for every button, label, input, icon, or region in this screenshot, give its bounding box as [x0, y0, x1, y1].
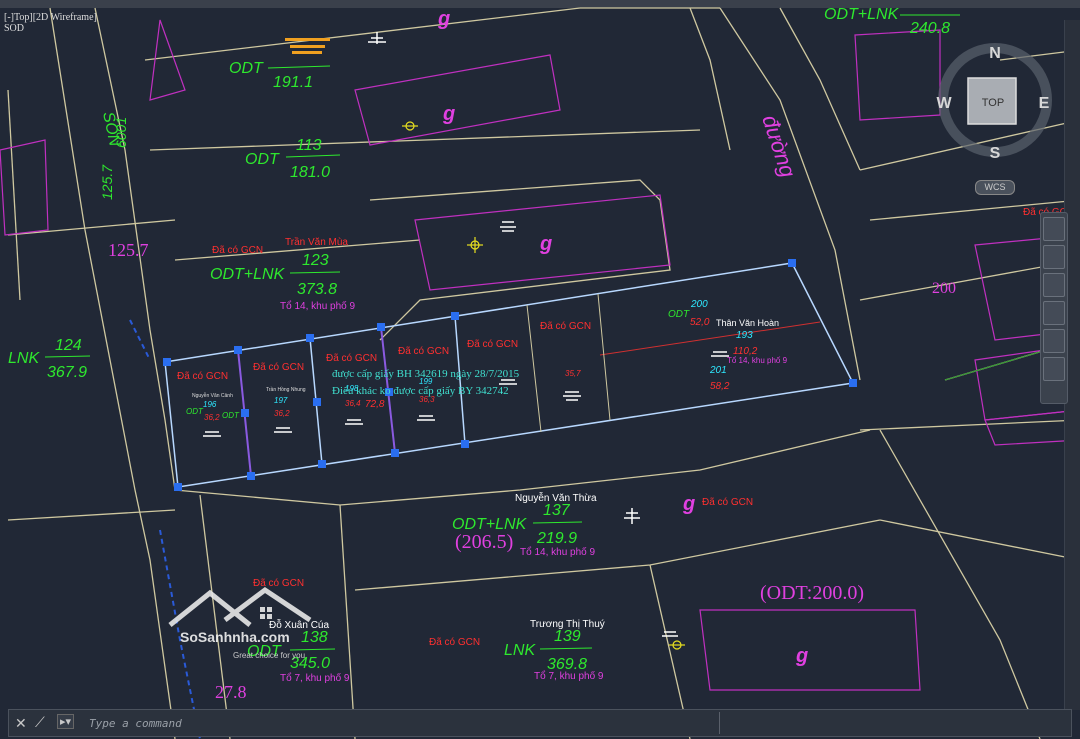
parcel-code: ODT — [229, 60, 264, 77]
navigation-bar[interactable] — [1040, 212, 1068, 404]
parcel-area: 36,2 — [204, 413, 220, 422]
watermark-slogan: Great choice for you — [233, 651, 306, 660]
gcn-status: Đã có GCN — [177, 371, 228, 382]
address: Tổ 14, khu phố 9 — [280, 300, 355, 312]
parcel-area: 72,8 — [365, 399, 385, 410]
area-value: 27.8 — [215, 682, 247, 702]
compass-south[interactable]: S — [990, 145, 1001, 162]
parcel-code: ODT — [186, 407, 204, 416]
g-label: g — [442, 103, 455, 125]
parcel-number: 139 — [554, 628, 581, 645]
g-label: g — [795, 645, 808, 667]
g-label: g — [437, 8, 450, 30]
area-value: (206.5) — [455, 531, 513, 553]
parcel-number: 124 — [55, 337, 82, 354]
parcel-code: ODT — [245, 151, 280, 168]
watermark-logo: SoSanhnha.com Great choice for you — [165, 585, 325, 665]
address: Tổ 14, khu phố 9 — [520, 546, 595, 558]
viewport-mode: [-]Top][2D Wireframe] — [4, 12, 97, 23]
parcel-code: ODT+LNK — [210, 266, 286, 283]
viewport-label[interactable]: [-]Top][2D Wireframe] SOD — [4, 12, 97, 34]
gcn-status: Đã có GCN — [467, 339, 518, 350]
address: Tổ 7, khu phố 9 — [280, 672, 350, 684]
parcel-code: LNK — [504, 642, 536, 659]
command-input[interactable] — [87, 713, 711, 733]
customize-icon[interactable]: ⟋ — [35, 714, 45, 731]
parcel-code: ODT+LNK — [824, 6, 900, 23]
parcel-area: 58,2 — [710, 381, 730, 392]
compass-east[interactable]: E — [1039, 95, 1050, 112]
owner-name: Thân Văn Hoàn — [716, 318, 779, 328]
road-area-magenta: 125.7 — [108, 240, 149, 260]
viewcube[interactable]: TOP N S E W — [935, 38, 1055, 168]
parcel-area: 52,0 — [690, 317, 710, 328]
parcel-number: 137 — [543, 502, 571, 519]
parcel-number: 193 — [736, 330, 753, 341]
road-number: 6001 — [113, 117, 129, 148]
viewport-sub: SOD — [4, 23, 25, 34]
divider — [719, 712, 720, 734]
parcel-code: ODT — [668, 309, 690, 320]
gcn-status: Đã có GCN — [540, 321, 591, 332]
g-label: g — [682, 493, 695, 515]
parcel-area: 191.1 — [273, 74, 313, 91]
parcel-number: 200 — [690, 299, 708, 310]
command-line[interactable]: ✕ ⟋ ▸▾ — [8, 709, 1072, 737]
parcel-area: 181.0 — [290, 164, 330, 181]
gcn-status: Đã có GCN — [212, 245, 263, 256]
parcel-area: 36,4 — [345, 399, 361, 408]
parcel-area: 35,7 — [565, 369, 581, 378]
showmotion-icon[interactable] — [1043, 329, 1065, 353]
pan-icon[interactable] — [1043, 245, 1065, 269]
owner-name: Nguyễn Văn Cảnh — [192, 392, 233, 399]
parcel-area: 367.9 — [47, 364, 87, 381]
recent-commands-icon[interactable]: ▸▾ — [57, 714, 75, 729]
g-label: g — [539, 233, 552, 255]
note-text: được cấp giấy BH 342619 ngày 28/7/2015 — [332, 368, 520, 380]
parcel-area: 240.8 — [909, 20, 950, 37]
road-area: 125.7 — [99, 164, 115, 200]
close-command-icon[interactable]: ✕ — [15, 715, 27, 732]
watermark-brand: SoSanhnha.com — [180, 629, 290, 645]
parcel-area: 373.8 — [297, 281, 337, 298]
gcn-status: Đã có GCN — [429, 637, 480, 648]
gcn-status: Đã có GCN — [253, 362, 304, 373]
parcel-code: LNK — [8, 350, 40, 367]
area-value: (ODT:200.0) — [760, 582, 864, 604]
parcel-code: ODT — [222, 411, 240, 420]
address: Tổ 14, khu phố 9 — [727, 356, 788, 365]
parcel-number: 113 — [296, 137, 322, 154]
parcel-area: 36,2 — [274, 409, 290, 418]
address: Tổ 7, khu phố 9 — [534, 670, 604, 682]
viewcube-face-label: TOP — [982, 97, 1004, 109]
orbit-icon[interactable] — [1043, 301, 1065, 325]
note-text: Điểu khác ko được cấp giấy BY 342742 — [332, 385, 509, 397]
drawing-viewport[interactable]: g g g g g ODT+LNK 240.8 ODT 191.1 ODT 11… — [0, 0, 1080, 739]
parcel-area: 219.9 — [536, 530, 577, 547]
wcs-menu[interactable]: WCS — [975, 180, 1015, 195]
parcel-number: 197 — [274, 396, 288, 405]
navbar-menu-icon[interactable] — [1043, 357, 1065, 381]
parcel-number: 201 — [709, 365, 727, 376]
area-value: 200 — [932, 280, 956, 297]
gcn-status: Đã có GCN — [398, 346, 449, 357]
parcel-number: 196 — [203, 400, 217, 409]
steering-wheel-icon[interactable] — [1043, 217, 1065, 241]
parcel-number: 123 — [302, 252, 329, 269]
owner-name: Trần Văn Mùa — [285, 236, 348, 248]
zoom-icon[interactable] — [1043, 273, 1065, 297]
cad-drawing[interactable]: g g g g g ODT+LNK 240.8 ODT 191.1 ODT 11… — [0, 0, 1080, 739]
compass-west[interactable]: W — [936, 95, 952, 112]
owner-name: Trần Hồng Nhung — [266, 387, 306, 393]
gcn-status: Đã có GCN — [702, 497, 753, 508]
gcn-status: Đã có GCN — [326, 353, 377, 364]
compass-north[interactable]: N — [989, 45, 1001, 62]
